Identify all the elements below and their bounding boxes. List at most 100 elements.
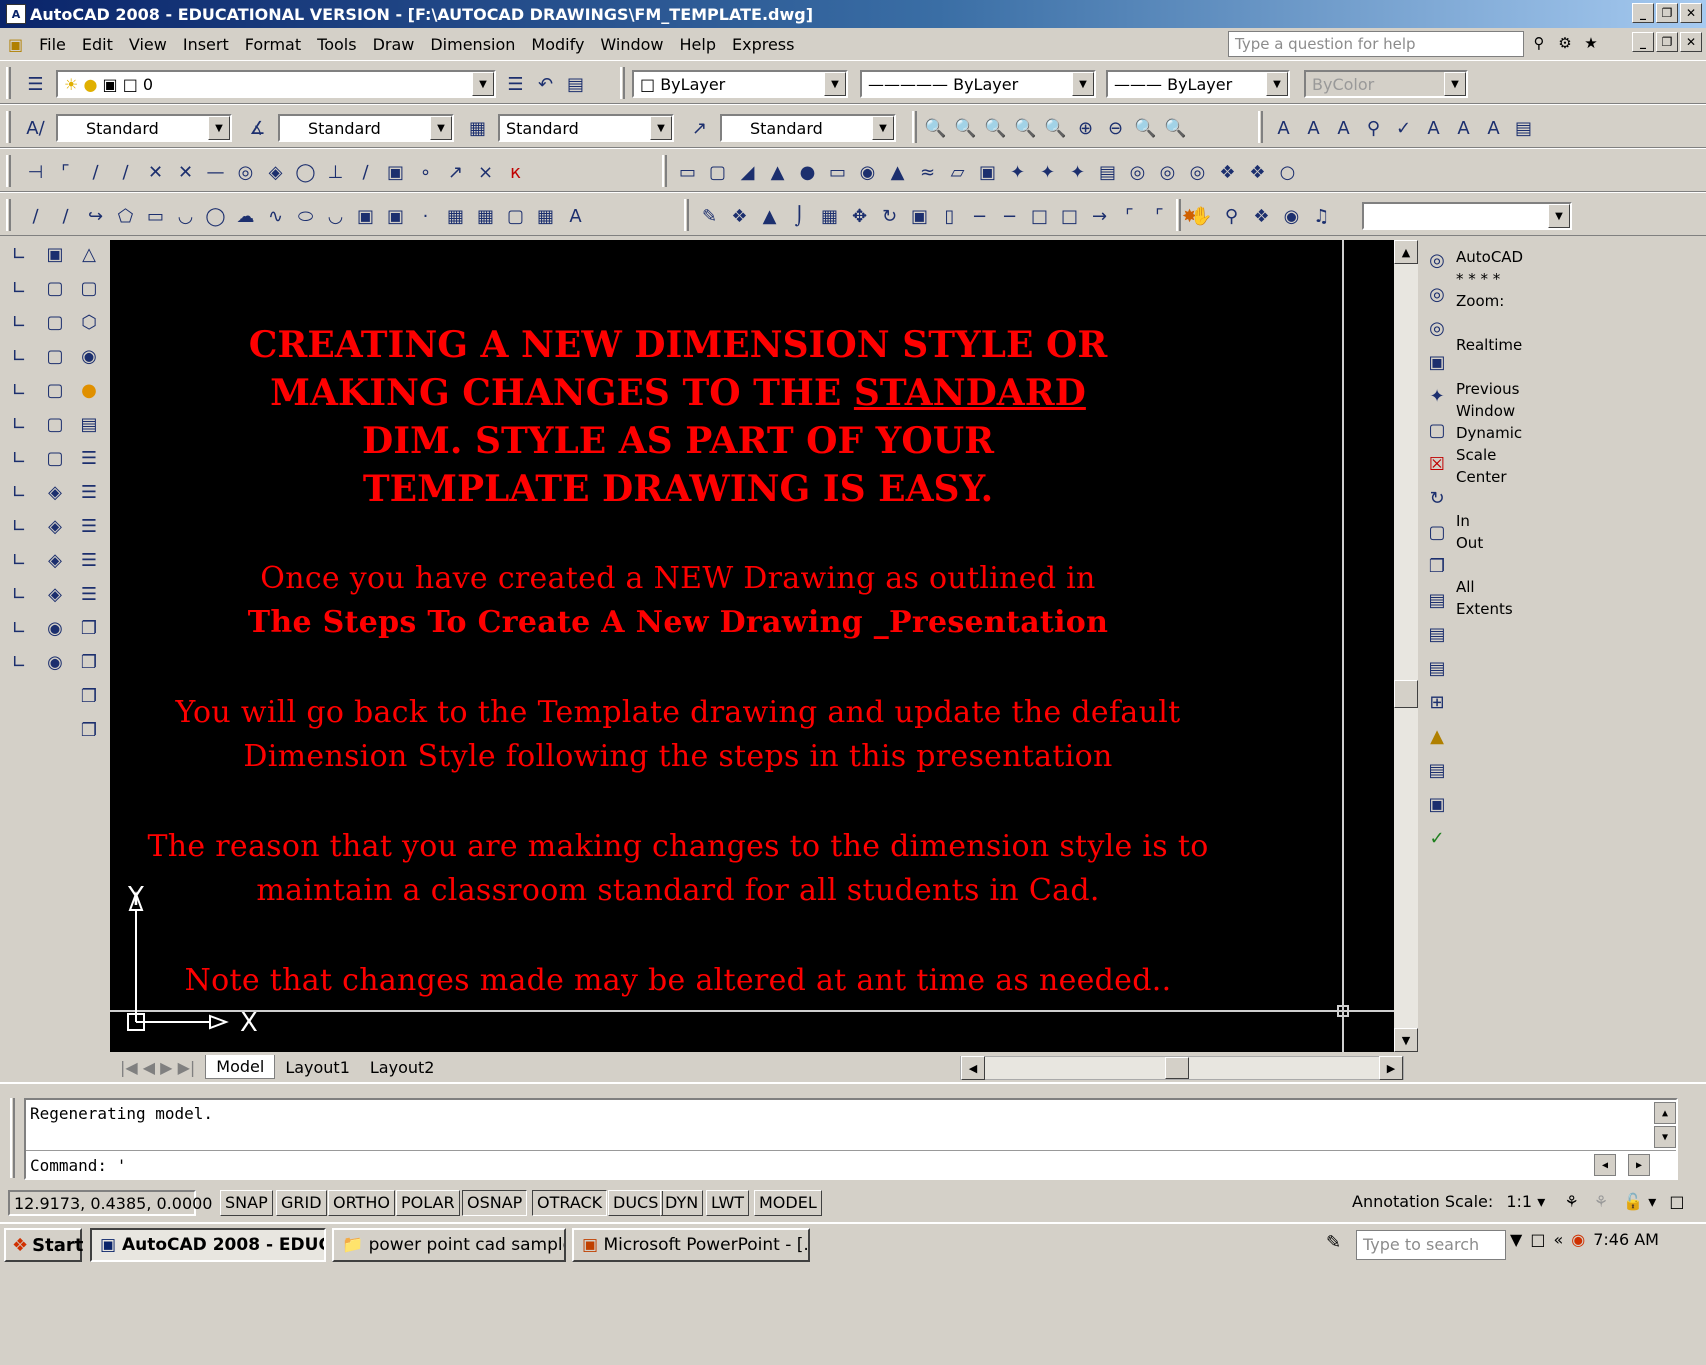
doc-restore-button[interactable]: ❐ — [1656, 32, 1678, 52]
extend-icon[interactable]: − — [996, 203, 1023, 229]
rotate-faces-icon[interactable]: ↻ — [1422, 484, 1452, 513]
materials-icon[interactable]: ☰ — [74, 478, 104, 507]
render-settings-icon[interactable]: ☰ — [74, 580, 104, 609]
task-autocad[interactable]: ▣ AutoCAD 2008 - EDUC... — [90, 1228, 326, 1262]
snap-parallel-icon[interactable]: ∕ — [352, 159, 379, 185]
polygon-icon[interactable]: ⬠ — [112, 203, 139, 229]
coordinate-readout[interactable]: 12.9173, 0.4385, 0.0000 — [8, 1190, 212, 1216]
zoom-scale-icon[interactable]: 🔍 — [1012, 115, 1039, 141]
model-toggle[interactable]: MODEL — [754, 1190, 822, 1216]
menu-tools[interactable]: Tools — [309, 35, 364, 54]
hide-icon[interactable]: △ — [74, 240, 104, 269]
favorites-star-icon[interactable]: ★ — [1580, 32, 1602, 54]
rotate-icon[interactable]: ↻ — [876, 203, 903, 229]
construction-line-icon[interactable]: ∕ — [52, 203, 79, 229]
chevron-down-icon[interactable]: ▾ — [1648, 1192, 1656, 1211]
copy-icon[interactable]: ❖ — [726, 203, 753, 229]
tab-nav-arrows[interactable]: |◀ ◀ ▶ ▶| — [110, 1056, 205, 1079]
right-view-icon[interactable]: ▢ — [40, 376, 70, 405]
chevron-down-icon[interactable]: ▼ — [1548, 204, 1570, 228]
side-menu-item[interactable]: * * * * — [1456, 268, 1566, 290]
help-search-input[interactable]: Type a question for help — [1228, 31, 1524, 57]
move-icon[interactable]: ✥ — [846, 203, 873, 229]
menu-help[interactable]: Help — [672, 35, 724, 54]
make-block-icon[interactable]: ▣ — [382, 203, 409, 229]
side-menu-item[interactable]: Center — [1456, 466, 1566, 488]
mirror-icon[interactable]: ▲ — [756, 203, 783, 229]
rectangle-icon[interactable]: ▭ — [142, 203, 169, 229]
lineweight-combo[interactable]: ——— ByLayer ▼ — [1106, 70, 1290, 98]
break-icon[interactable]: □ — [1056, 203, 1083, 229]
snap-insert-icon[interactable]: ▣ — [382, 159, 409, 185]
clean-screen-icon[interactable]: □ — [1669, 1192, 1684, 1211]
fillet-icon[interactable]: ⌜ — [1146, 203, 1173, 229]
snap-node-icon[interactable]: ∘ — [412, 159, 439, 185]
join-icon[interactable]: → — [1086, 203, 1113, 229]
command-scroll-up[interactable]: ▲ — [1654, 1102, 1676, 1124]
box-icon[interactable]: ▢ — [704, 159, 731, 185]
start-button[interactable]: ❖ Start — [4, 1228, 83, 1262]
region-icon[interactable]: ▢ — [502, 203, 529, 229]
command-box[interactable]: Regenerating model. Command: ' ▲ ▼ ◀ ▶ — [24, 1098, 1678, 1180]
snap-from-icon[interactable]: ⌜ — [52, 159, 79, 185]
menu-insert[interactable]: Insert — [175, 35, 237, 54]
orbit-icon[interactable]: ❖ — [1248, 203, 1275, 229]
front-view-icon[interactable]: ▢ — [40, 410, 70, 439]
command-scroll-down[interactable]: ▼ — [1654, 1126, 1676, 1148]
taper-faces-icon[interactable]: ▢ — [1422, 518, 1452, 547]
single-line-text-icon[interactable]: A — [1270, 115, 1297, 141]
revolve-icon[interactable]: ✦ — [1064, 159, 1091, 185]
layer-stack-icon[interactable]: ❐ — [74, 716, 104, 745]
chevron-down-icon[interactable]: ▼ — [208, 116, 230, 140]
autocad-app-icon[interactable]: A — [6, 4, 26, 24]
auto-scale-icon[interactable]: ⚘ — [1594, 1192, 1608, 1211]
named-views-icon[interactable]: ▣ — [40, 240, 70, 269]
zoom-center-icon[interactable]: 🔍 — [1042, 115, 1069, 141]
trim-icon[interactable]: − — [966, 203, 993, 229]
spline-icon[interactable]: ∿ — [262, 203, 289, 229]
stretch-icon[interactable]: ▯ — [936, 203, 963, 229]
document-icon[interactable]: ▣ — [0, 35, 31, 54]
layer-manager-icon[interactable]: ☰ — [22, 71, 49, 97]
temp-track-icon[interactable]: ⊣ — [22, 159, 49, 185]
horizontal-scrollbar[interactable]: ◀ ▶ — [960, 1056, 1404, 1080]
ucs-origin-icon[interactable]: ∟ — [4, 444, 34, 473]
task-powerpoint[interactable]: ▣ Microsoft PowerPoint - [... — [572, 1228, 810, 1262]
arc-icon[interactable]: ◡ — [172, 203, 199, 229]
grid-toggle[interactable]: GRID — [276, 1190, 327, 1216]
hscroll-thumb[interactable] — [1165, 1057, 1189, 1079]
subtract-icon[interactable]: ◎ — [1154, 159, 1181, 185]
background-icon[interactable]: ☰ — [74, 546, 104, 575]
presspull-icon[interactable]: ✦ — [1004, 159, 1031, 185]
circle-icon[interactable]: ◯ — [202, 203, 229, 229]
menu-format[interactable]: Format — [237, 35, 309, 54]
taskbar-search-input[interactable]: Type to search — [1356, 1230, 1506, 1260]
snap-tangent-icon[interactable]: ◯ — [292, 159, 319, 185]
helix-icon[interactable]: ≈ — [914, 159, 941, 185]
ucs-apply-icon[interactable]: ∟ — [4, 648, 34, 677]
side-menu-item[interactable]: Out — [1456, 532, 1566, 554]
union-icon[interactable]: ◎ — [1422, 246, 1452, 275]
chevron-down-icon[interactable]: ▾ — [1537, 1192, 1545, 1211]
polar-toggle[interactable]: POLAR — [396, 1190, 460, 1216]
separate-icon[interactable]: ▤ — [1422, 756, 1452, 785]
tab-model[interactable]: Model — [205, 1055, 276, 1079]
osnap-toggle[interactable]: OSNAP — [462, 1190, 528, 1216]
scroll-down-button[interactable]: ▼ — [1394, 1028, 1418, 1052]
annotation-visibility-icon[interactable]: ⚘ — [1564, 1192, 1578, 1211]
search-dropdown-icon[interactable]: ▼ — [1510, 1230, 1522, 1249]
drawing-canvas[interactable]: CREATING A NEW DIMENSION STYLE OR MAKING… — [110, 240, 1394, 1052]
zoom-out-icon[interactable]: ⊖ — [1102, 115, 1129, 141]
sw-iso-icon[interactable]: ◈ — [40, 478, 70, 507]
array-icon[interactable]: ▦ — [816, 203, 843, 229]
nw-iso-icon[interactable]: ◈ — [40, 580, 70, 609]
imprint-icon[interactable]: ⊞ — [1422, 688, 1452, 717]
color-faces-icon[interactable]: ▤ — [1422, 586, 1452, 615]
ucs-icon[interactable]: ∟ — [4, 240, 34, 269]
menu-edit[interactable]: Edit — [74, 35, 121, 54]
lights-icon[interactable]: ☰ — [74, 444, 104, 473]
delete-faces-icon[interactable]: ☒ — [1422, 450, 1452, 479]
zoom-dynamic-icon[interactable]: 🔍 — [982, 115, 1009, 141]
offset-icon[interactable]: ⌡ — [786, 203, 813, 229]
layer-stack-icon[interactable]: ❐ — [74, 682, 104, 711]
